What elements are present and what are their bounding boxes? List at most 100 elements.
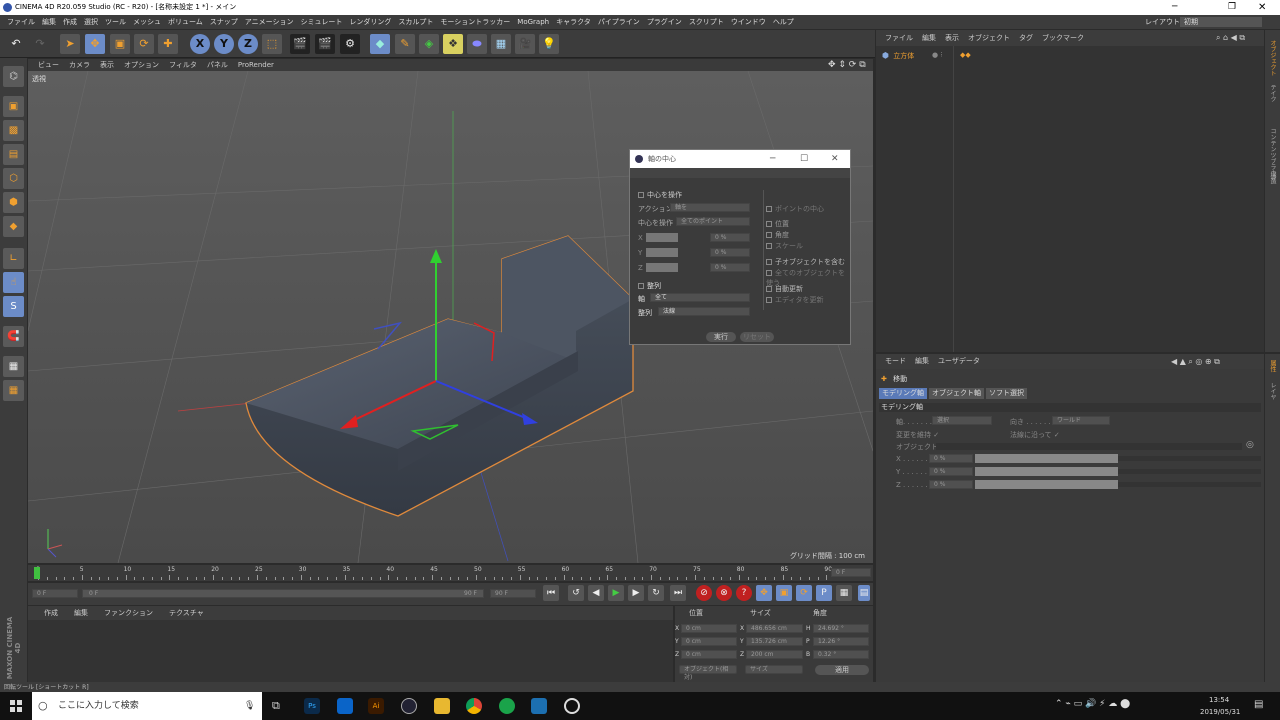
size-mode-select[interactable]: サイズ	[745, 665, 803, 674]
attribute-menu-item[interactable]: 編集	[915, 357, 929, 365]
attribute-side-tab[interactable]: 属性	[1268, 360, 1277, 372]
dialog-close-icon[interactable]: ✕	[831, 150, 839, 168]
menu-item[interactable]: プラグイン	[647, 18, 682, 26]
material-menu-item[interactable]: 作成	[44, 609, 58, 617]
object-menu-item[interactable]: ブックマーク	[1042, 34, 1084, 42]
start-frame-field[interactable]: 0 F	[32, 589, 78, 598]
attribute-menu-item[interactable]: ユーザデータ	[938, 357, 980, 365]
app-icon-circle[interactable]	[564, 698, 580, 714]
array-icon[interactable]: ❖	[443, 34, 463, 54]
orient-select[interactable]: ワールド	[1052, 416, 1110, 425]
timeline[interactable]: 051015202530354045505560657075808590 0 F	[28, 565, 873, 581]
line-icon[interactable]	[499, 698, 515, 714]
start-button[interactable]	[10, 700, 22, 712]
cube-object[interactable]	[245, 235, 634, 517]
visibility-dots-icon[interactable]: ● ⁝	[932, 50, 943, 61]
menu-item[interactable]: スカルプト	[398, 18, 433, 26]
minimize-icon[interactable]: ─	[1172, 0, 1177, 15]
key-param-icon[interactable]: P	[816, 585, 832, 601]
goto-end-icon[interactable]: ⏭	[670, 585, 686, 601]
menu-item[interactable]: ツール	[105, 18, 126, 26]
menu-item[interactable]: ファイル	[7, 18, 35, 26]
menu-item[interactable]: 編集	[42, 18, 56, 26]
rotation-field[interactable]: 12.26 °	[813, 637, 869, 646]
center-op-checkbox[interactable]	[638, 192, 644, 198]
subdivision-icon[interactable]: ◈	[419, 34, 439, 54]
texture-mode-icon[interactable]: ▩	[3, 120, 24, 141]
material-menu-item[interactable]: 編集	[74, 609, 88, 617]
menu-item[interactable]: 選択	[84, 18, 98, 26]
end-frame-field[interactable]: 90 F	[490, 589, 536, 598]
dialog-maximize-icon[interactable]: ☐	[800, 150, 808, 168]
cinema4d-icon[interactable]	[401, 698, 417, 714]
viewport-nav-icons[interactable]: ✥ ⇕ ⟳ ⧉	[828, 59, 866, 71]
attribute-tab[interactable]: モデリング軸	[879, 388, 927, 399]
viewport-menu-item[interactable]: オプション	[124, 61, 159, 69]
z-slider[interactable]	[975, 480, 1118, 489]
align-mode-select[interactable]: 法線	[658, 307, 750, 316]
size-field[interactable]: 200 cm	[746, 650, 803, 659]
along-normals-label[interactable]: 法線に沿って ✓	[1010, 430, 1060, 440]
rotate-tool-icon[interactable]: ⟳	[134, 34, 154, 54]
prev-key-icon[interactable]: ↺	[568, 585, 584, 601]
play-icon[interactable]: ▶	[608, 585, 624, 601]
attribute-menu-item[interactable]: モード	[885, 357, 906, 365]
current-frame-field[interactable]: 0 F	[831, 568, 871, 577]
material-menu-item[interactable]: ファンクション	[104, 609, 153, 617]
menu-item[interactable]: 作成	[63, 18, 77, 26]
position-field[interactable]: 0 cm	[681, 650, 737, 659]
floor-icon[interactable]: ▦	[491, 34, 511, 54]
menu-item[interactable]: レンダリング	[349, 18, 391, 26]
object-pick-icon[interactable]: ◎	[1246, 440, 1254, 450]
record-icon[interactable]: ⊘	[696, 585, 712, 601]
object-menu-item[interactable]: オブジェクト	[968, 34, 1010, 42]
axis-select[interactable]: 選択	[932, 416, 992, 425]
next-frame-icon[interactable]: ▶	[628, 585, 644, 601]
y-field[interactable]: 0 %	[929, 467, 973, 476]
action-select[interactable]: 軸を	[670, 203, 750, 212]
key-rot-icon[interactable]: ⟳	[796, 585, 812, 601]
planar-workplane-icon[interactable]: ▦	[3, 380, 24, 401]
menu-item[interactable]: アニメーション	[245, 18, 294, 26]
right-tab[interactable]: テイク	[1268, 84, 1277, 102]
rotation-field[interactable]: 24.692 °	[813, 624, 869, 633]
camera-icon[interactable]: 🎥	[515, 34, 535, 54]
align-checkbox[interactable]	[638, 283, 644, 289]
render-picture-icon[interactable]: 🎬	[315, 34, 335, 54]
attribute-nav-icons[interactable]: ◀ ▲ ⌕ ◎ ⊕ ⧉	[1171, 357, 1220, 367]
rotation-field[interactable]: 0.32 °	[813, 650, 869, 659]
dialog-minimize-icon[interactable]: ─	[770, 150, 775, 168]
axis-y-button[interactable]: Y	[214, 34, 234, 54]
apply-button[interactable]: 適用	[815, 665, 869, 675]
playhead[interactable]	[34, 567, 40, 579]
light-icon[interactable]: 💡	[539, 34, 559, 54]
notification-icon[interactable]: ▤	[1254, 699, 1263, 710]
next-key-icon[interactable]: ↻	[648, 585, 664, 601]
reset-button[interactable]: リセット	[740, 332, 774, 342]
explorer-icon[interactable]	[434, 698, 450, 714]
menu-item[interactable]: キャラクタ	[556, 18, 591, 26]
autokey-icon[interactable]: ⊗	[716, 585, 732, 601]
menu-item[interactable]: スクリプト	[689, 18, 724, 26]
x-field[interactable]: 0 %	[929, 454, 973, 463]
key-scale-icon[interactable]: ▣	[776, 585, 792, 601]
z-field[interactable]: 0 %	[929, 480, 973, 489]
viewport-menu-item[interactable]: フィルタ	[169, 61, 197, 69]
right-tab[interactable]: オブジェクト	[1268, 40, 1277, 76]
attribute-tab[interactable]: オブジェクト軸	[929, 388, 984, 399]
dialog-y-field[interactable]: 0 %	[710, 248, 750, 257]
make-editable-icon[interactable]: ⌬	[3, 66, 24, 87]
viewport-menu-item[interactable]: パネル	[207, 61, 228, 69]
timeline-menu-icon[interactable]: ▤	[858, 585, 870, 601]
range-slider[interactable]: 0 F 90 F	[82, 589, 484, 598]
axis-x-button[interactable]: X	[190, 34, 210, 54]
dialog-x-field[interactable]: 0 %	[710, 233, 750, 242]
model-mode-icon[interactable]: ▣	[3, 96, 24, 117]
tweak-mode-icon[interactable]: ☝	[3, 272, 24, 293]
viewport-menu-item[interactable]: 表示	[100, 61, 114, 69]
object-menu-item[interactable]: 表示	[945, 34, 959, 42]
recent-tool-icon[interactable]: ✚	[158, 34, 178, 54]
position-field[interactable]: 0 cm	[681, 637, 737, 646]
snap-icon[interactable]: S	[3, 296, 24, 317]
tag-icon[interactable]: ◆◆	[960, 50, 971, 61]
